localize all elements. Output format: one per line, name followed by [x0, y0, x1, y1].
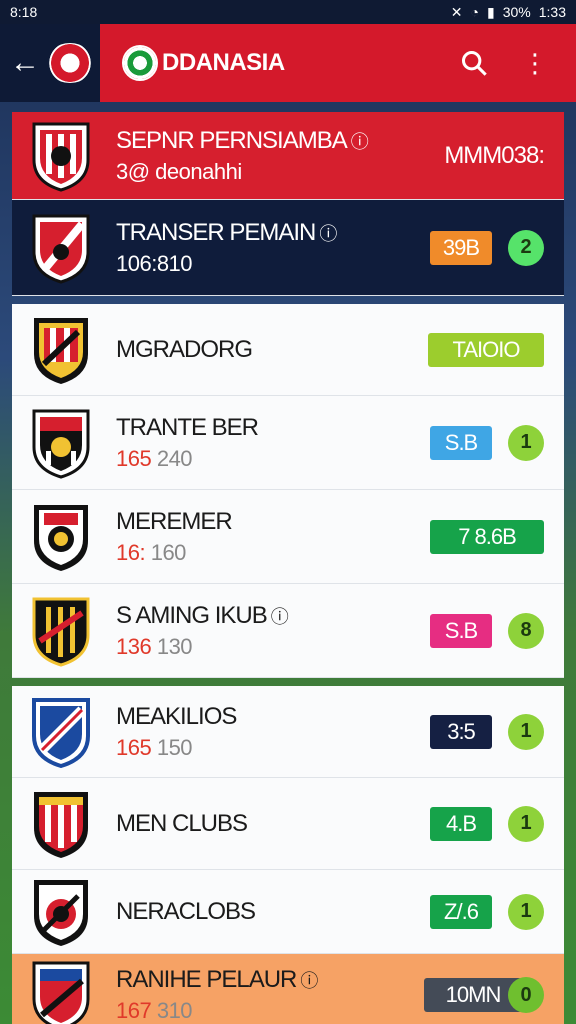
status-bar: 8:18 ✕ ◔ ▮ 30% 1:33: [0, 0, 576, 24]
rating-badge: 4.B: [430, 806, 492, 841]
mute-icon: ✕: [450, 3, 463, 20]
club-name: S AMING IKUB ⓘ: [116, 601, 289, 629]
brand-logo-icon: [122, 45, 158, 81]
club-name: TRANSER PEMAIN ⓘ: [116, 218, 337, 246]
back-arrow-icon: ←: [10, 46, 40, 79]
club-subtitle: 3@ deonahhi: [116, 158, 242, 184]
rank-pill[interactable]: 1: [508, 805, 544, 842]
rank-pill[interactable]: 2: [508, 229, 544, 266]
rank-pill[interactable]: 8: [508, 612, 544, 649]
list-item[interactable]: MGRADORG TAIOIO: [12, 304, 564, 396]
club-list: SEPNR PERNSIAMBA ⓘ 3@ deonahhi MMM038: TR…: [12, 112, 564, 1024]
info-icon: ⓘ: [350, 131, 369, 152]
wifi-icon: ◔: [470, 4, 479, 20]
list-item[interactable]: NERACLOBS Z/.6 1: [12, 870, 564, 954]
club-subtitle: 16: 160: [116, 539, 186, 565]
club-name: RANIHE PELAUR ⓘ: [116, 966, 318, 993]
club-value: MMM038:: [444, 141, 545, 169]
club-subtitle: 106:810: [116, 250, 193, 276]
list-item[interactable]: SEPNR PERNSIAMBA ⓘ 3@ deonahhi MMM038:: [12, 112, 564, 200]
club-name: TRANTE BER: [116, 413, 259, 441]
club-name: MGRADORG: [116, 335, 253, 363]
info-icon: ⓘ: [319, 223, 337, 244]
rank-pill[interactable]: 1: [508, 424, 544, 461]
info-icon: ⓘ: [270, 606, 289, 627]
status-clock: 1:33: [538, 4, 566, 20]
club-crest-icon: [30, 788, 92, 860]
club-subtitle: 165 150: [116, 734, 193, 760]
rank-pill[interactable]: 0: [508, 977, 544, 1013]
club-subtitle: 165 240: [116, 445, 193, 471]
list-item[interactable]: S AMING IKUB ⓘ 136 130 S.B 8: [12, 584, 564, 678]
rating-badge: 39B: [430, 230, 492, 265]
list-item[interactable]: MEREMER 16: 160 7 8.6B: [12, 490, 564, 584]
club-crest-icon: [30, 876, 92, 948]
club-crest-icon: [30, 314, 92, 386]
club-name: NERACLOBS: [116, 897, 256, 925]
club-crest-icon: [30, 407, 92, 479]
back-button[interactable]: ←: [0, 24, 100, 102]
club-crest-icon: [30, 696, 92, 768]
list-item[interactable]: MEAKILIOS 165 150 3:5 1: [12, 686, 564, 778]
rating-badge: S.B: [430, 613, 492, 648]
signal-icon: ▮: [487, 3, 495, 20]
club-crest-icon: [30, 501, 92, 573]
club-name: MEN CLUBS: [116, 809, 248, 837]
club-subtitle: 136 130: [116, 633, 193, 659]
club-name: SEPNR PERNSIAMBA ⓘ: [116, 126, 369, 154]
club-crest-icon: [30, 120, 92, 192]
club-subtitle: 167 310: [116, 998, 193, 1023]
rank-pill[interactable]: 1: [508, 713, 544, 750]
club-logo-icon: [46, 43, 94, 83]
list-item[interactable]: TRANSER PEMAIN ⓘ 106:810 39B 2: [12, 200, 564, 296]
club-name: MEAKILIOS: [116, 702, 237, 730]
battery-level: 30%: [502, 4, 531, 20]
rating-badge: 3:5: [430, 714, 492, 749]
more-vert-icon[interactable]: ⋮: [522, 48, 548, 79]
app-bar: ← DDANASIA ⋮: [0, 24, 576, 102]
rating-badge: 7 8.6B: [430, 519, 544, 554]
list-item[interactable]: MEN CLUBS 4.B 1: [12, 778, 564, 870]
status-icons: ✕ ◔ ▮ 30% 1:33: [451, 4, 566, 21]
list-item[interactable]: RANIHE PELAUR ⓘ 167 310 10MN 0: [12, 954, 564, 1024]
list-item[interactable]: TRANTE BER 165 240 S.B 1: [12, 396, 564, 490]
app-actions: ⋮: [460, 48, 576, 79]
club-crest-icon: [30, 959, 92, 1024]
search-icon[interactable]: [460, 49, 488, 77]
rank-pill[interactable]: 1: [508, 893, 544, 930]
rating-badge: Z/.6: [430, 894, 492, 929]
rating-badge: S.B: [430, 425, 492, 460]
club-name: MEREMER: [116, 507, 233, 535]
brand-name: DDANASIA: [162, 49, 285, 76]
club-crest-icon: [30, 595, 92, 667]
info-icon: ⓘ: [300, 971, 318, 991]
rating-badge: TAIOIO: [428, 332, 544, 367]
club-crest-icon: [30, 212, 92, 284]
status-time: 8:18: [10, 4, 38, 20]
